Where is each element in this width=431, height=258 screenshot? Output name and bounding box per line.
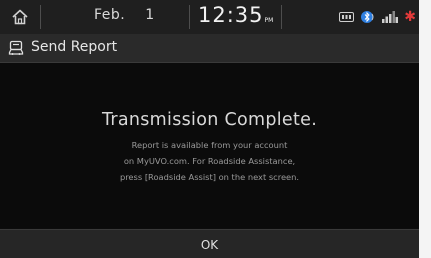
message-panel: Transmission Complete. Report is availab… xyxy=(0,63,419,228)
date-day: 1 xyxy=(145,7,155,23)
date-display: Feb. 1 xyxy=(94,7,155,23)
status-divider xyxy=(281,5,282,29)
bluetooth-icon xyxy=(361,11,374,23)
message-title: Transmission Complete. xyxy=(101,110,318,130)
ok-button-label: OK xyxy=(200,237,219,252)
car-report-icon xyxy=(8,40,24,55)
status-divider xyxy=(40,5,41,29)
screen: Feb. 1 12:35PM ✱ Send Report Transmissio… xyxy=(0,0,419,258)
media-icon xyxy=(339,12,355,22)
home-button[interactable] xyxy=(0,0,40,34)
alert-icon: ✱ xyxy=(404,9,416,25)
page-title: Send Report xyxy=(31,39,118,55)
bezel-edge xyxy=(419,0,431,258)
ok-button[interactable]: OK xyxy=(0,229,419,258)
home-icon xyxy=(12,9,28,25)
signal-icon xyxy=(382,11,399,23)
title-bar: Send Report xyxy=(0,34,419,63)
clock-ampm: PM xyxy=(264,17,274,24)
clock: 12:35PM xyxy=(198,3,273,27)
status-icons: ✱ xyxy=(339,9,416,25)
clock-time: 12:35 xyxy=(198,3,264,27)
date-month: Feb. xyxy=(94,7,126,23)
status-divider xyxy=(189,5,190,29)
message-line: press [Roadside Assist] on the next scre… xyxy=(119,172,300,182)
message-line: Report is available from your account xyxy=(131,140,288,150)
status-bar: Feb. 1 12:35PM ✱ xyxy=(0,0,419,34)
message-line: on MyUVO.com. For Roadside Assistance, xyxy=(123,156,296,166)
